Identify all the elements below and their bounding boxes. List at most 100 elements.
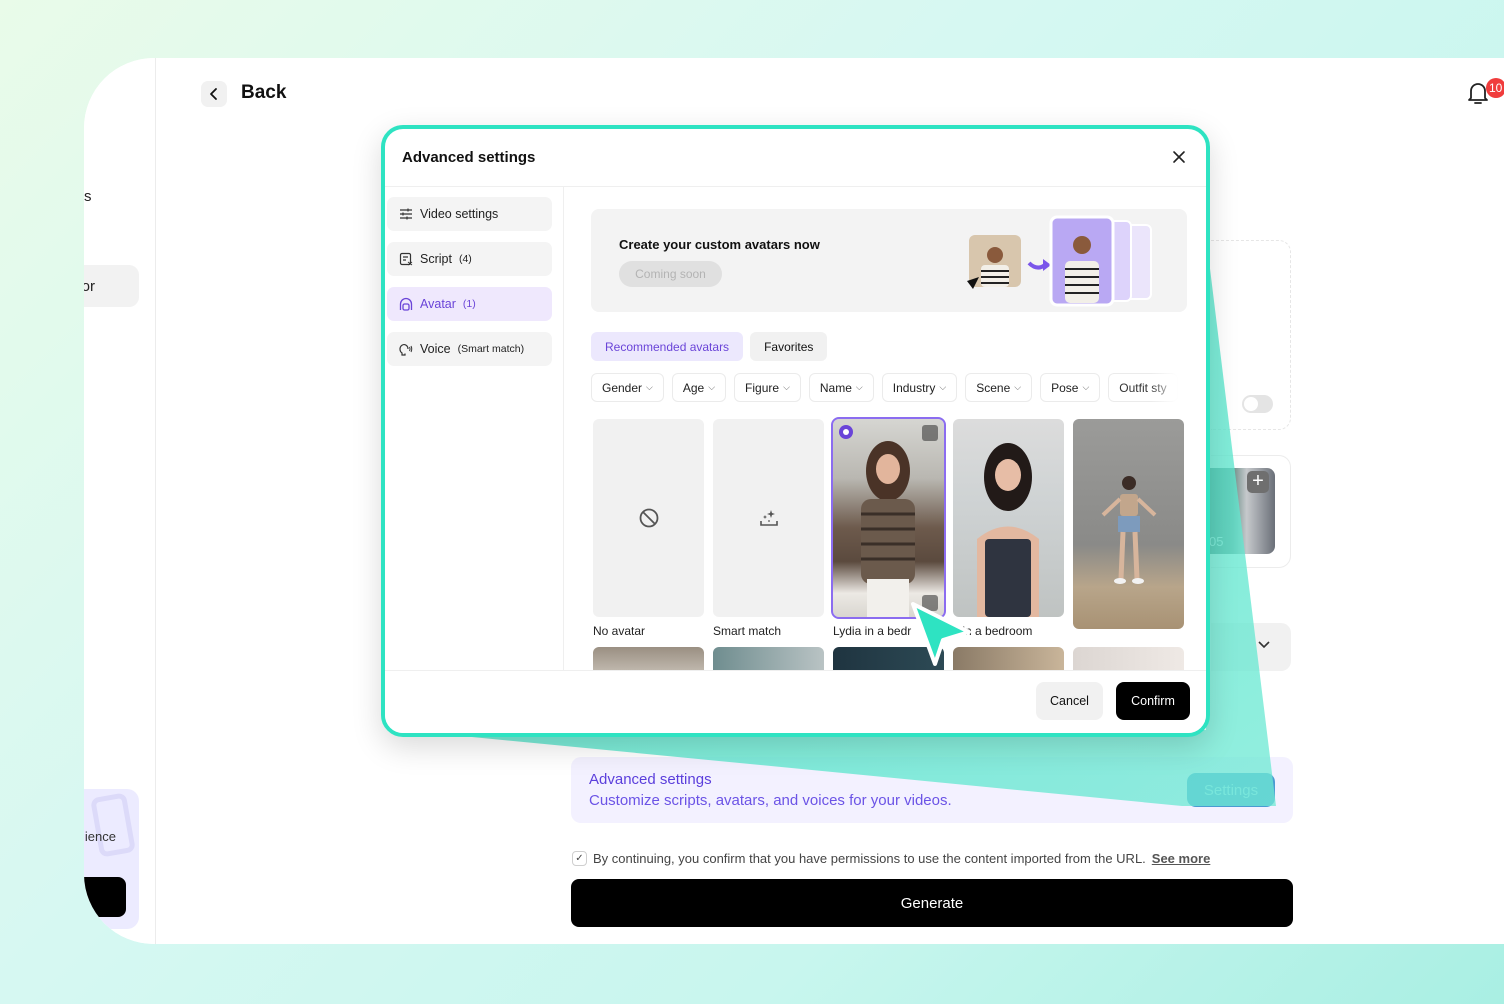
sidebar-text-fragment: s (84, 188, 92, 205)
avatar-thumbnail (953, 647, 1064, 670)
nav-label: Avatar (420, 297, 456, 311)
avatar-label: Lydia in a bedr (833, 624, 912, 638)
coming-soon-button[interactable]: Coming soon (619, 261, 722, 287)
no-entry-icon (639, 508, 658, 528)
dropdown-select[interactable] (1211, 623, 1291, 671)
bag-icon (90, 792, 136, 858)
chevron-down-icon: ⌵ (646, 382, 653, 392)
avatar-icon (399, 297, 413, 311)
filter-industry[interactable]: Industry ⌵ (881, 373, 958, 402)
cancel-button[interactable]: Cancel (1036, 682, 1103, 720)
advanced-settings-subtitle: Customize scripts, avatars, and voices f… (589, 792, 952, 809)
selected-radio-icon (839, 425, 853, 439)
sidebar-promo-card: ience (84, 789, 139, 929)
chevron-left-icon (210, 88, 217, 100)
filter-outfit-style[interactable]: Outfit sty (1108, 373, 1178, 402)
modal-footer: Cancel Confirm (385, 670, 1206, 733)
advanced-settings-title: Advanced settings (589, 771, 712, 788)
avatar-thumbnail (1073, 419, 1184, 629)
voice-icon (399, 344, 413, 356)
avatar-thumbnail (593, 419, 704, 617)
promo-title: Create your custom avatars now (619, 237, 820, 252)
nav-item-avatar[interactable]: Avatar (1) (387, 287, 552, 321)
filter-label: Gender (602, 380, 643, 395)
avatar-thumbnail (713, 647, 824, 670)
filter-label: Name (819, 380, 852, 395)
tab-recommended-avatars[interactable]: Recommended avatars (591, 332, 744, 361)
nav-count: (4) (458, 253, 472, 265)
close-icon[interactable] (1170, 148, 1188, 166)
filter-label: Scene (976, 380, 1011, 395)
modal-header: Advanced settings (385, 129, 1206, 187)
back-button[interactable] (201, 81, 227, 107)
avatar-figure (1101, 476, 1157, 584)
chevron-down-icon: ⌵ (939, 382, 947, 392)
chevron-down-icon: ⌵ (783, 382, 790, 392)
generate-button[interactable]: Generate (571, 879, 1293, 927)
back-label[interactable]: Back (241, 82, 286, 104)
chevron-down-icon: ⌵ (1082, 382, 1090, 392)
consent-text: By continuing, you confirm that you have… (593, 851, 1146, 866)
chevron-down-icon (1258, 641, 1270, 649)
avatar-label: Smart match (713, 624, 782, 638)
filter-label: Age (682, 380, 705, 395)
filter-label: Outfit sty (1119, 380, 1167, 395)
avatar-label: x in a bedroom (953, 624, 1033, 638)
tab-favorites[interactable]: Favorites (750, 332, 828, 361)
script-icon (399, 252, 413, 266)
toggle-switch[interactable] (1242, 395, 1273, 413)
top-bar: Back 10 (156, 58, 1504, 132)
filter-label: Pose (1051, 380, 1079, 395)
nav-label: Video settings (420, 207, 499, 221)
filter-bar: Gender ⌵ Age ⌵ Figure ⌵ Name ⌵ Industry ⌵ Sce… (591, 373, 1191, 402)
add-media-button[interactable]: + (1247, 471, 1269, 493)
chevron-down-icon: ⌵ (855, 382, 863, 392)
left-sidebar: s or ience (84, 58, 156, 944)
avatar-panel: Create your custom avatars now Coming so… (564, 187, 1206, 670)
nav-label: Voice (420, 342, 451, 356)
avatar-thumbnail (831, 417, 946, 619)
avatar-illustration (967, 215, 1152, 307)
modal-nav: Video settings Script (4) Avatar (1) Voi… (385, 187, 564, 670)
advanced-settings-modal: Advanced settings Video settings Script … (381, 125, 1210, 737)
notification-badge: 10 (1486, 78, 1504, 98)
filter-scene[interactable]: Scene ⌵ (965, 373, 1033, 402)
modal-title: Advanced settings (402, 149, 536, 166)
sparkle-icon (759, 510, 778, 526)
chevron-down-icon: ⌵ (1014, 382, 1022, 392)
avatar-thumbnail (593, 647, 704, 670)
filter-label: Figure (745, 380, 780, 395)
sidebar-item-label: or (84, 277, 95, 295)
see-more-link[interactable]: See more (1152, 851, 1211, 866)
sidebar-promo-button[interactable] (84, 877, 126, 917)
sidebar-item-active[interactable]: or (84, 265, 139, 307)
filter-name[interactable]: Name ⌵ (808, 373, 874, 402)
chevron-down-icon: ⌵ (708, 382, 716, 392)
custom-avatar-promo: Create your custom avatars now Coming so… (591, 209, 1187, 312)
avatar-figure (977, 443, 1039, 617)
nav-item-video-settings[interactable]: Video settings (387, 197, 552, 231)
filter-label: Industry (892, 380, 936, 395)
filter-age[interactable]: Age ⌵ (671, 373, 727, 402)
nav-item-voice[interactable]: Voice (Smart match) (387, 332, 552, 366)
sidebar-promo-text: ience (84, 829, 116, 844)
avatar-figure (861, 441, 915, 617)
nav-label: Script (420, 252, 452, 266)
nav-item-script[interactable]: Script (4) (387, 242, 552, 276)
bookmark-icon[interactable] (922, 425, 938, 441)
avatar-label: No avatar (593, 624, 646, 638)
avatar-thumbnail (833, 647, 944, 670)
filter-gender[interactable]: Gender ⌵ (591, 373, 664, 402)
avatar-thumbnail (1073, 647, 1184, 670)
settings-button[interactable]: Settings (1187, 773, 1275, 807)
filter-pose[interactable]: Pose ⌵ (1040, 373, 1101, 402)
consent-checkbox[interactable]: ✓ (572, 851, 587, 866)
avatar-thumbnail (713, 419, 824, 617)
advanced-settings-panel: Advanced settings Customize scripts, ava… (571, 757, 1293, 823)
filter-figure[interactable]: Figure ⌵ (734, 373, 801, 402)
confirm-button[interactable]: Confirm (1116, 682, 1190, 720)
avatar-thumbnail (953, 419, 1064, 617)
sliders-icon (400, 208, 412, 220)
expand-icon[interactable] (922, 595, 938, 611)
media-duration: 05 (1209, 534, 1224, 549)
